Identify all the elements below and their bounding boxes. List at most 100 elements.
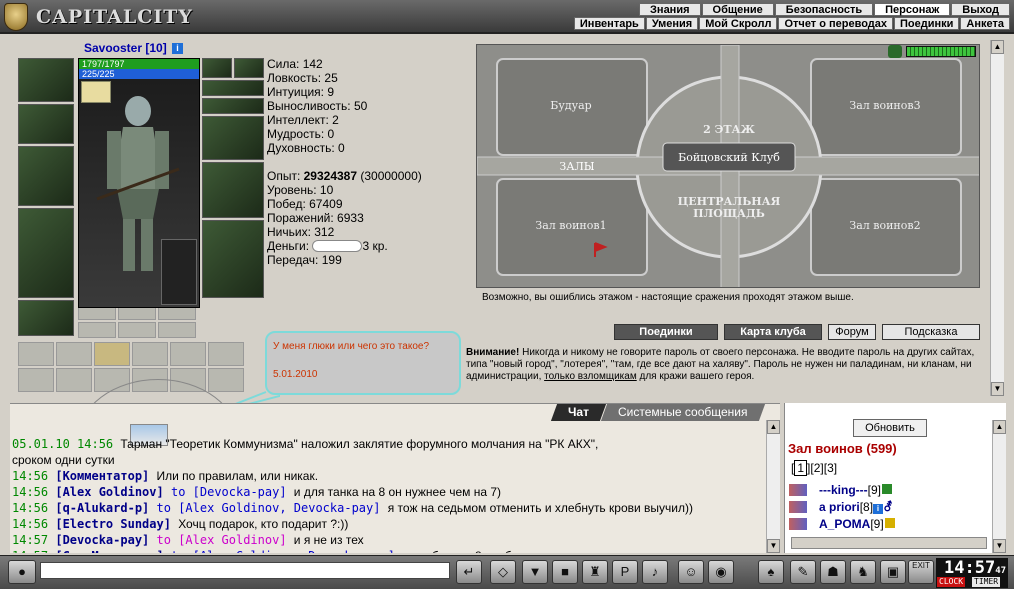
exit-button[interactable]: EXIT xyxy=(908,560,934,584)
chat-recipients[interactable]: to [Alex Goldinov] xyxy=(157,533,287,547)
character-portrait[interactable]: 1797/1797 225/225 xyxy=(78,58,200,308)
chat-nick[interactable]: [Комментатор] xyxy=(55,469,149,483)
menu-character[interactable]: Персонаж xyxy=(874,3,951,16)
chat-nick[interactable]: [Devocka-pay] xyxy=(55,533,149,547)
bag-slot-3[interactable] xyxy=(94,342,130,366)
ring-slot-row[interactable] xyxy=(202,80,264,96)
user-name[interactable]: a priori xyxy=(819,500,860,514)
scroll-slot-3[interactable] xyxy=(158,322,196,338)
chat-nick[interactable]: [Сын Мурашарры] xyxy=(55,549,163,553)
bag-slot-4[interactable] xyxy=(132,342,168,366)
bag-slot-7[interactable] xyxy=(18,368,54,392)
chat-recipients[interactable]: to [Alex Goldinov, Devocka-pay] xyxy=(157,501,381,515)
walk-icon[interactable]: ♜ xyxy=(582,560,608,584)
shield-slot[interactable] xyxy=(202,162,264,218)
submenu-skills[interactable]: Умения xyxy=(645,17,699,30)
info-badge-icon[interactable] xyxy=(884,518,895,528)
clan-icon[interactable]: ♞ xyxy=(850,560,876,584)
chat-input[interactable] xyxy=(40,562,450,579)
scroll-slot-1[interactable] xyxy=(78,322,116,338)
online-scroll-down-icon[interactable]: ▼ xyxy=(993,539,1006,553)
chat-mode-icon[interactable]: ● xyxy=(8,560,36,584)
smiley-icon[interactable]: ☺ xyxy=(678,560,704,584)
user-row[interactable]: a priori[8] i ⚦ xyxy=(789,500,893,514)
boots-slot[interactable] xyxy=(202,220,264,298)
club-map-button[interactable]: Карта клуба xyxy=(724,324,822,340)
filter-icon[interactable]: ▼ xyxy=(522,560,548,584)
bag-slot-5[interactable] xyxy=(170,342,206,366)
bag-slot-12[interactable] xyxy=(208,368,244,392)
tab-system-messages[interactable]: Системные сообщения xyxy=(601,404,766,421)
sound-toggle-icon[interactable]: ♪ xyxy=(642,560,668,584)
submenu-fights[interactable]: Поединки xyxy=(894,17,960,30)
chat-scrollbar[interactable]: ▲ ▼ xyxy=(766,420,780,553)
page-1[interactable]: 1 xyxy=(794,460,808,476)
submenu-profile[interactable]: Анкета xyxy=(960,17,1010,30)
refresh-button[interactable]: Обновить xyxy=(853,419,927,437)
room-boudoir[interactable]: Будуар xyxy=(550,99,591,112)
online-scroll-up-icon[interactable]: ▲ xyxy=(993,420,1006,434)
camera-icon[interactable]: ▣ xyxy=(880,560,906,584)
fights-button[interactable]: Поединки xyxy=(614,324,718,340)
timer-label[interactable]: TIMER xyxy=(972,577,1001,587)
helmet-icon[interactable]: ◉ xyxy=(708,560,734,584)
warning-link[interactable]: только взломщикам xyxy=(544,371,637,382)
online-hscrollbar[interactable] xyxy=(791,537,987,549)
page-3[interactable]: 3 xyxy=(827,461,834,475)
helmet-slot[interactable] xyxy=(18,58,74,102)
user-name[interactable]: A_POMA xyxy=(819,517,870,531)
necklace-slot[interactable] xyxy=(234,58,264,78)
sound-icon[interactable] xyxy=(888,45,902,58)
submenu-my-scroll[interactable]: Мой Скролл xyxy=(699,17,778,30)
belt-slot[interactable] xyxy=(18,300,74,336)
room-floor2[interactable]: 2 ЭТАЖ xyxy=(703,123,755,136)
room-hall3[interactable]: Зал воинов3 xyxy=(849,99,920,112)
private-icon[interactable]: P xyxy=(612,560,638,584)
pet-creature-icon[interactable] xyxy=(161,239,197,305)
send-icon[interactable]: ↵ xyxy=(456,560,482,584)
menu-communication[interactable]: Общение xyxy=(701,3,774,16)
group-icon[interactable]: ☗ xyxy=(820,560,846,584)
user-row[interactable]: A_POMA[9] xyxy=(789,517,895,531)
ring-slot-row-2[interactable] xyxy=(202,98,264,114)
room-square[interactable]: ПЛОЩАДЬ xyxy=(693,207,765,220)
clock-label[interactable]: CLOCK xyxy=(937,577,966,587)
chat-recipients[interactable]: to [Alex Goldinov, Devocka-pay] xyxy=(171,549,395,553)
chat-nick[interactable]: [q-Alukard-p] xyxy=(55,501,149,515)
page-2[interactable]: 2 xyxy=(814,461,821,475)
gloves-slot[interactable] xyxy=(202,116,264,160)
bag-slot-1[interactable] xyxy=(18,342,54,366)
scroll-icon[interactable]: ✎ xyxy=(790,560,816,584)
save-icon[interactable]: ■ xyxy=(552,560,578,584)
armor-slot[interactable] xyxy=(18,208,74,298)
weapon-slot[interactable] xyxy=(18,146,74,206)
scroll-up-arrow-icon[interactable]: ▲ xyxy=(991,40,1004,54)
scroll-down-arrow-icon[interactable]: ▼ xyxy=(991,382,1004,396)
room-hall1[interactable]: Зал воинов1 xyxy=(535,219,606,232)
online-scrollbar[interactable]: ▲ ▼ xyxy=(992,420,1006,553)
submenu-inventory[interactable]: Инвентарь xyxy=(573,17,645,30)
chat-scroll-up-icon[interactable]: ▲ xyxy=(767,420,780,434)
bag-icon[interactable]: ♠ xyxy=(758,560,784,584)
chat-recipients[interactable]: to [Devocka-pay] xyxy=(171,485,287,499)
forum-button[interactable]: Форум xyxy=(828,324,876,340)
bag-slot-6[interactable] xyxy=(208,342,244,366)
chat-nick[interactable]: [Alex Goldinov] xyxy=(55,485,163,499)
room-hall2[interactable]: Зал воинов2 xyxy=(849,219,920,232)
info-badge-icon[interactable] xyxy=(882,484,892,494)
hint-button[interactable]: Подсказка xyxy=(882,324,980,340)
main-scrollbar[interactable]: ▲ ▼ xyxy=(990,40,1004,396)
menu-knowledge[interactable]: Знания xyxy=(639,3,701,16)
earring-slot[interactable] xyxy=(202,58,232,78)
user-row[interactable]: ---king---[9] xyxy=(789,483,892,497)
info-icon[interactable]: i xyxy=(172,43,184,54)
scroll-slot-2[interactable] xyxy=(118,322,156,338)
game-clock[interactable]: 14:5747 CLOCK TIMER xyxy=(936,558,1008,588)
bracers-slot[interactable] xyxy=(18,104,74,144)
user-name[interactable]: ---king--- xyxy=(819,483,868,497)
eraser-icon[interactable]: ◇ xyxy=(490,560,516,584)
menu-security[interactable]: Безопасность xyxy=(774,3,874,16)
room-fight-club[interactable]: Бойцовский Клуб xyxy=(678,151,780,164)
menu-exit[interactable]: Выход xyxy=(951,3,1010,16)
submenu-transfer-report[interactable]: Отчет о переводах xyxy=(778,17,894,30)
